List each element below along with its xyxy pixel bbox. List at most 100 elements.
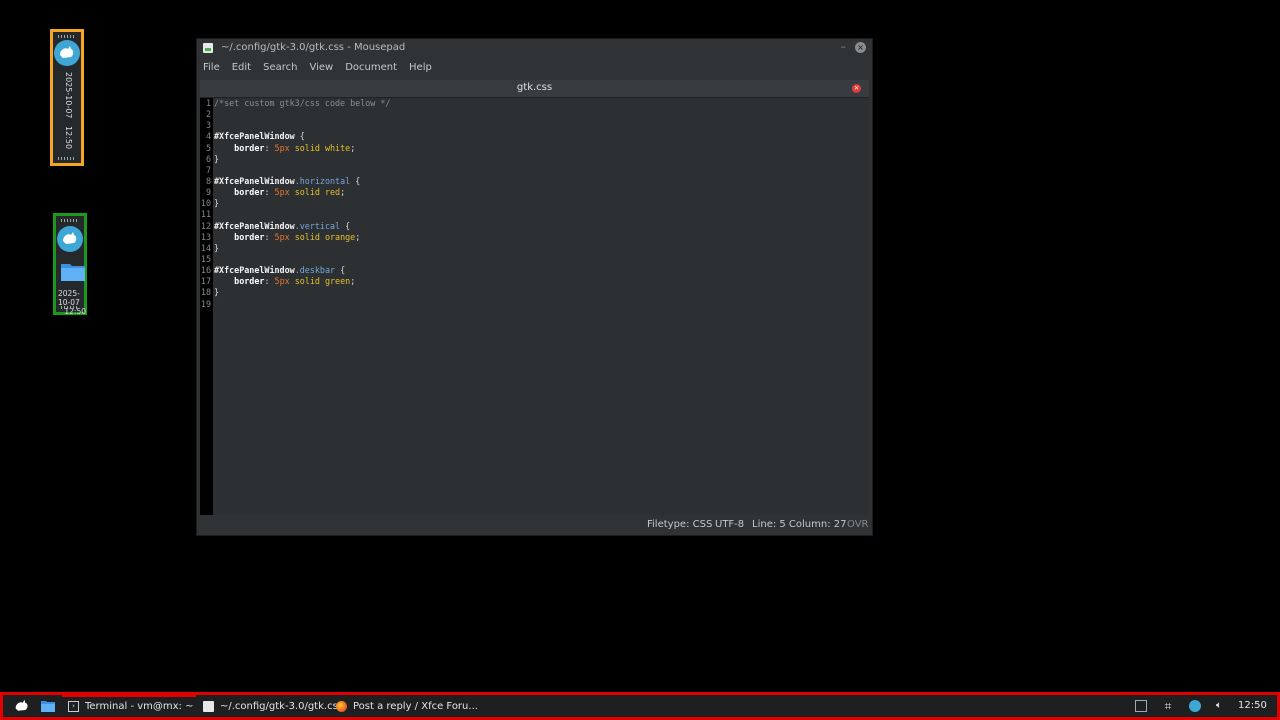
code-line[interactable]: 2 bbox=[200, 109, 869, 120]
code-line[interactable]: 1/*set custom gtk3/css code below */ bbox=[200, 98, 869, 109]
line-number: 14 bbox=[200, 242, 211, 253]
code-text: border: 5px solid red; bbox=[214, 187, 345, 198]
code-text: } bbox=[214, 198, 219, 209]
status-filetype[interactable]: Filetype: CSS bbox=[647, 519, 712, 530]
code-line[interactable]: 17 border: 5px solid green; bbox=[200, 276, 869, 287]
code-line[interactable]: 16 #XfcePanelWindow.deskbar { bbox=[200, 265, 869, 276]
code-line[interactable]: 12 #XfcePanelWindow.vertical { bbox=[200, 221, 869, 232]
code-token: #XfcePanelWindow bbox=[214, 265, 295, 276]
window-title: ~/.config/gtk-3.0/gtk.css - Mousepad bbox=[221, 42, 406, 53]
code-text: #XfcePanelWindow.deskbar { bbox=[214, 265, 345, 276]
xfce-menu-icon[interactable] bbox=[54, 40, 80, 66]
terminal-icon: › bbox=[68, 700, 79, 712]
tab-gtk-css[interactable]: gtk.css bbox=[200, 82, 869, 93]
code-area[interactable]: 1/*set custom gtk3/css code below */2 3 4 #… bbox=[200, 98, 869, 310]
menu-help[interactable]: Help bbox=[409, 62, 432, 73]
code-line[interactable]: 6} bbox=[200, 154, 869, 165]
code-token: : bbox=[264, 187, 275, 198]
status-bar: Filetype: CSS UTF-8 Line: 5 Column: 27 O… bbox=[197, 515, 872, 535]
task-firefox[interactable]: Post a reply / Xfce Foru... bbox=[336, 698, 478, 714]
line-number: 4 bbox=[205, 131, 211, 142]
code-line[interactable]: 7 bbox=[200, 165, 869, 176]
volume-icon[interactable]: 🔈︎ bbox=[1216, 700, 1228, 712]
code-token: .vertical bbox=[294, 220, 341, 231]
code-token: { bbox=[294, 131, 305, 142]
code-line[interactable]: 8 #XfcePanelWindow.horizontal { bbox=[200, 176, 869, 187]
code-line[interactable]: 9 border: 5px solid red; bbox=[200, 187, 869, 198]
taskbar-clock[interactable]: 12:50 bbox=[1238, 700, 1267, 711]
code-line[interactable]: 11 bbox=[200, 209, 869, 220]
code-token: : bbox=[264, 276, 275, 287]
code-text: #XfcePanelWindow.horizontal { bbox=[214, 176, 360, 187]
folder-icon[interactable] bbox=[60, 260, 86, 282]
code-token: { bbox=[335, 265, 346, 276]
task-mousepad[interactable]: ~/.config/gtk-3.0/gtk.cs... bbox=[203, 698, 347, 714]
menu-document[interactable]: Document bbox=[345, 62, 397, 73]
deskbar-panel: 2025-10-07 12:50 bbox=[53, 213, 87, 316]
panel-date[interactable]: 2025-10-07 bbox=[64, 72, 73, 119]
task-firefox-label: Post a reply / Xfce Foru... bbox=[353, 700, 478, 712]
code-line[interactable]: 19 bbox=[200, 299, 869, 310]
code-token: solid white bbox=[289, 142, 351, 153]
whisker-menu-button[interactable] bbox=[14, 698, 30, 714]
network-icon[interactable] bbox=[1135, 700, 1147, 712]
code-token: border bbox=[234, 187, 265, 198]
code-token: 5px bbox=[274, 142, 290, 153]
menu-bar: File Edit Search View Document Help bbox=[197, 58, 872, 77]
line-number: 1 bbox=[205, 98, 211, 108]
file-manager-launcher[interactable] bbox=[41, 698, 55, 714]
code-token: solid red bbox=[289, 187, 341, 198]
panel-handle-bottom[interactable] bbox=[58, 157, 76, 160]
code-token: /*set custom gtk3/css code below */ bbox=[214, 98, 391, 108]
panel-handle-top[interactable] bbox=[58, 35, 76, 38]
code-token: : bbox=[264, 231, 275, 242]
task-terminal-label: Terminal - vm@mx: ~ bbox=[85, 700, 194, 712]
line-number: 15 bbox=[200, 253, 211, 264]
updater-icon[interactable] bbox=[1189, 700, 1201, 712]
panel-clock[interactable]: 12:50 bbox=[64, 126, 73, 149]
code-line[interactable]: 14} bbox=[200, 243, 869, 254]
code-line[interactable]: 18} bbox=[200, 287, 869, 298]
code-token: #XfcePanelWindow bbox=[214, 131, 295, 142]
deskbar-clock[interactable]: 2025-10-07 12:50 bbox=[58, 289, 86, 316]
code-token: .horizontal bbox=[294, 175, 351, 186]
code-token: #XfcePanelWindow bbox=[214, 220, 295, 231]
line-number: 9 bbox=[205, 187, 211, 198]
code-line[interactable]: 13 border: 5px solid orange; bbox=[200, 232, 869, 243]
code-token: ; bbox=[355, 231, 361, 242]
menu-edit[interactable]: Edit bbox=[232, 62, 251, 73]
code-line[interactable]: 3 bbox=[200, 120, 869, 131]
code-token: } bbox=[214, 198, 220, 209]
code-line[interactable]: 5 border: 5px solid white; bbox=[200, 143, 869, 154]
code-line[interactable]: 15 bbox=[200, 254, 869, 265]
code-line[interactable]: 10} bbox=[200, 198, 869, 209]
close-window-button[interactable]: × bbox=[855, 42, 866, 53]
text-editor[interactable]: 1/*set custom gtk3/css code below */2 3 4 #… bbox=[200, 98, 869, 515]
status-overwrite-mode[interactable]: OVR bbox=[847, 519, 868, 530]
menu-view[interactable]: View bbox=[309, 62, 333, 73]
code-token: solid orange bbox=[289, 231, 356, 242]
code-text: #XfcePanelWindow.vertical { bbox=[214, 221, 350, 232]
tab-close-icon[interactable]: × bbox=[852, 84, 861, 93]
code-token: 5px bbox=[274, 276, 290, 287]
deskbar-handle-top[interactable] bbox=[61, 219, 79, 222]
menu-file[interactable]: File bbox=[203, 62, 220, 73]
slack-icon[interactable]: ⌗ bbox=[1162, 700, 1174, 712]
code-text: #XfcePanelWindow { bbox=[214, 131, 305, 142]
task-terminal[interactable]: › Terminal - vm@mx: ~ bbox=[68, 698, 193, 714]
code-text: border: 5px solid green; bbox=[214, 276, 355, 287]
folder-icon bbox=[41, 701, 55, 712]
code-token: ; bbox=[340, 187, 346, 198]
line-number: 8 bbox=[205, 175, 211, 186]
deskbar-handle-bottom[interactable] bbox=[61, 306, 79, 309]
line-number: 3 bbox=[205, 120, 211, 131]
xfce-menu-icon[interactable] bbox=[57, 226, 83, 252]
menu-search[interactable]: Search bbox=[263, 62, 297, 73]
deskbar-date: 2025-10-07 bbox=[58, 289, 80, 307]
minimize-button[interactable]: – bbox=[841, 40, 847, 53]
title-bar[interactable]: ~/.config/gtk-3.0/gtk.css - Mousepad – × bbox=[197, 39, 872, 58]
code-line[interactable]: 4 #XfcePanelWindow { bbox=[200, 131, 869, 142]
